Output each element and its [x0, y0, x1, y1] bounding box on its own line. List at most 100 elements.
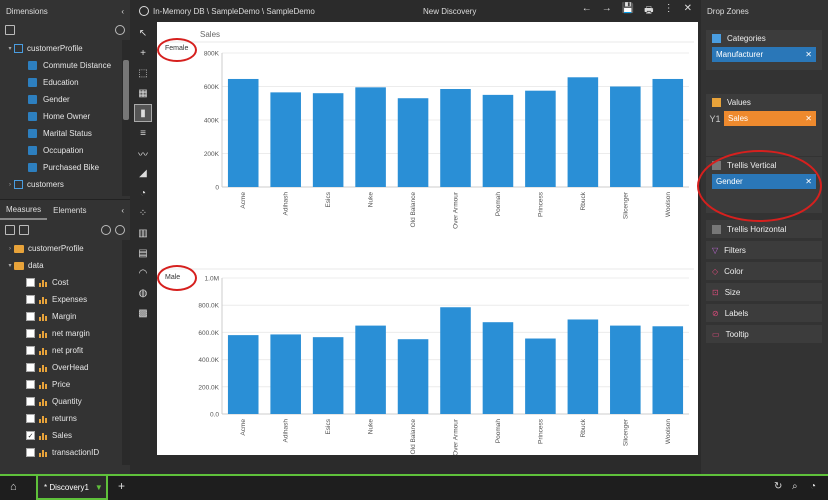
tooltip-icon: ▭	[712, 329, 720, 339]
forward-icon[interactable]: →	[602, 3, 612, 20]
tree-map-icon[interactable]: ▥	[134, 224, 152, 242]
bar	[227, 78, 259, 187]
chevron-right-icon[interactable]: ›	[6, 246, 14, 252]
collapse-icon[interactable]: ‹	[115, 200, 130, 220]
sales-pill[interactable]: Sales ✕	[724, 111, 816, 126]
x-tick-label: Acme	[240, 192, 247, 209]
measure-checkbox[interactable]	[26, 380, 35, 389]
chevron-down-icon[interactable]: ▾	[6, 45, 14, 52]
list-view-icon[interactable]	[5, 225, 15, 235]
dimension-scrollbar[interactable]	[122, 40, 130, 196]
map-icon[interactable]: ◍	[134, 284, 152, 302]
remove-icon[interactable]: ✕	[805, 114, 812, 123]
search-icon[interactable]: ⌕	[792, 481, 798, 492]
x-tick-label: Princess	[537, 191, 544, 217]
measure-icon	[39, 398, 48, 406]
scatter-chart-icon[interactable]: ⁘	[134, 204, 152, 222]
back-icon[interactable]: ←	[582, 3, 592, 20]
refresh-icon[interactable]	[101, 225, 111, 235]
scroll-thumb[interactable]	[123, 60, 129, 120]
info-icon[interactable]	[139, 6, 149, 16]
view-tree-icon[interactable]	[5, 25, 15, 35]
measure-item[interactable]: OverHead	[0, 359, 122, 376]
bar	[482, 322, 514, 414]
fx-icon[interactable]	[19, 225, 29, 235]
manufacturer-pill[interactable]: Manufacturer ✕	[712, 47, 816, 62]
dimension-item[interactable]: Marital Status	[0, 125, 122, 142]
home-icon[interactable]: ⌂	[10, 481, 17, 493]
color-zone[interactable]: ◇ Color	[706, 262, 822, 280]
add-icon[interactable]: +	[134, 44, 152, 62]
measure-item[interactable]: transactionID	[0, 444, 122, 461]
measure-checkbox[interactable]: ✓	[26, 431, 35, 440]
grid-icon[interactable]: ▦	[134, 84, 152, 102]
select-area-icon[interactable]: ⬚	[134, 64, 152, 82]
area-chart-icon[interactable]: ◢	[134, 164, 152, 182]
labels-zone[interactable]: ⊘ Labels	[706, 304, 822, 322]
page-title: New Discovery	[423, 6, 477, 16]
print-icon[interactable]: 🖶	[644, 3, 653, 20]
measure-item[interactable]: Expenses	[0, 291, 122, 308]
measure-item[interactable]: Cost	[0, 274, 122, 291]
save-icon[interactable]: 💾	[622, 3, 634, 20]
measure-checkbox[interactable]	[26, 363, 35, 372]
gauge-icon[interactable]: ◠	[134, 264, 152, 282]
close-icon[interactable]: ✕	[684, 3, 692, 20]
measure-item[interactable]: returns	[0, 410, 122, 427]
measure-item[interactable]: ▾ data	[0, 257, 122, 274]
bar-chart-icon[interactable]: ≡	[134, 124, 152, 142]
measure-checkbox[interactable]	[26, 295, 35, 304]
dimension-item[interactable]: Home Owner	[0, 108, 122, 125]
chevron-down-icon[interactable]: ▾	[6, 262, 14, 269]
dimension-item[interactable]: › customers	[0, 176, 122, 193]
measure-item[interactable]: Margin	[0, 308, 122, 325]
field-icon	[28, 95, 37, 104]
measure-checkbox[interactable]	[26, 346, 35, 355]
add-tab-button[interactable]: +	[118, 479, 125, 493]
measure-item[interactable]: net margin	[0, 325, 122, 342]
filters-zone[interactable]: ▽ Filters	[706, 241, 822, 259]
tooltip-zone[interactable]: ▭ Tooltip	[706, 325, 822, 343]
chevron-right-icon[interactable]: ›	[6, 182, 14, 188]
pointer-icon[interactable]: ↖	[134, 24, 152, 42]
measure-checkbox[interactable]	[26, 397, 35, 406]
more-icon[interactable]: ⋮	[664, 3, 674, 20]
measure-checkbox[interactable]	[26, 278, 35, 287]
chevron-down-icon[interactable]: ▼	[95, 483, 103, 492]
line-chart-icon[interactable]: 〰	[134, 144, 152, 162]
dimension-item[interactable]: ▾ customerProfile	[0, 40, 122, 57]
measure-checkbox[interactable]	[26, 448, 35, 457]
measure-checkbox[interactable]	[26, 329, 35, 338]
dimension-item[interactable]: Commute Distance	[0, 57, 122, 74]
search-icon[interactable]	[115, 225, 125, 235]
measure-checkbox[interactable]	[26, 414, 35, 423]
search-icon[interactable]	[115, 25, 125, 35]
measure-item[interactable]: Quantity	[0, 393, 122, 410]
discovery-tab[interactable]: * Discovery1 ▼	[36, 476, 108, 500]
measure-scrollbar[interactable]	[122, 240, 130, 465]
size-zone[interactable]: ⊡ Size	[706, 283, 822, 301]
measure-item[interactable]: Price	[0, 376, 122, 393]
remove-icon[interactable]: ✕	[805, 50, 812, 59]
trellis-horizontal-zone[interactable]: Trellis Horizontal	[706, 220, 822, 238]
dimension-item[interactable]: Purchased Bike	[0, 159, 122, 176]
chart-canvas[interactable]: Sales Female 0 200K 400K 600K 800K Acme Adihash E…	[157, 22, 698, 455]
tab-measures[interactable]: Measures	[0, 200, 48, 220]
column-chart-icon[interactable]: ▮	[134, 104, 152, 122]
measure-item[interactable]: › customerProfile	[0, 240, 122, 257]
refresh-status-icon[interactable]: ↻	[774, 481, 782, 492]
collapse-icon[interactable]: ‹	[121, 7, 124, 16]
measure-item[interactable]: ✓ Sales	[0, 427, 122, 444]
values-zone[interactable]: Values Y1 Sales ✕	[706, 94, 822, 156]
dimension-item[interactable]: Education	[0, 74, 122, 91]
dimension-item[interactable]: Gender	[0, 91, 122, 108]
table-icon[interactable]: ▤	[134, 244, 152, 262]
pie-chart-icon[interactable]: ◔	[134, 184, 152, 202]
timer-icon[interactable]: ◔	[810, 481, 816, 492]
matrix-icon[interactable]: ▩	[134, 304, 152, 322]
measure-item[interactable]: net profit	[0, 342, 122, 359]
tab-elements[interactable]: Elements	[47, 200, 92, 220]
categories-zone[interactable]: Categories Manufacturer ✕	[706, 30, 822, 70]
dimension-item[interactable]: Occupation	[0, 142, 122, 159]
measure-checkbox[interactable]	[26, 312, 35, 321]
